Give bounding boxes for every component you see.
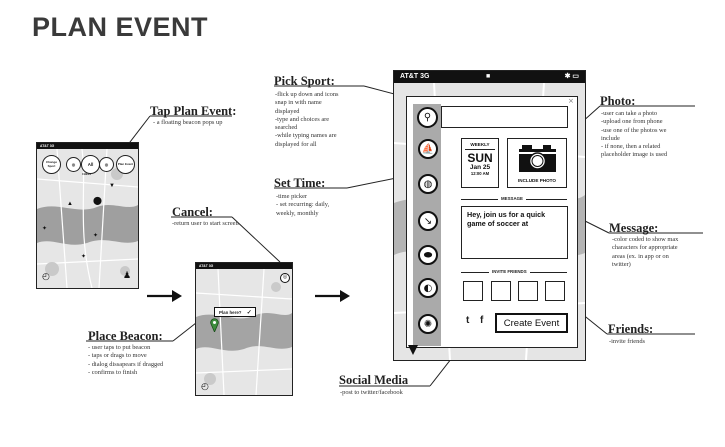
close-icon[interactable]: ×	[568, 97, 574, 105]
photo-heading: Photo:	[600, 94, 636, 108]
scroll-down-arrow-icon[interactable]	[408, 345, 418, 355]
map-pin[interactable]: ▼	[109, 183, 115, 189]
location-icon[interactable]: ◴	[42, 271, 50, 282]
change-sport-button[interactable]: Change Sport	[42, 155, 61, 174]
place-beacon-heading: Place Beacon:	[88, 329, 163, 343]
invite-friends-label: INVITE FRIENDS	[489, 269, 530, 274]
message-input[interactable]: Hey, join us for a quick game of soccer …	[461, 206, 568, 259]
map-pin[interactable]: ✦	[81, 253, 86, 260]
recurring-label[interactable]: WEEKLY	[462, 142, 498, 147]
create-event-button[interactable]: Create Event	[495, 313, 568, 333]
pick-sport-heading: Pick Sport:	[274, 74, 335, 88]
set-time-heading: Set Time:	[274, 176, 326, 190]
twitter-icon[interactable]: t	[466, 315, 469, 326]
phone-create-event: AT&T 3G ■ ✱ ▭ ⚲ × ⛵ ◍ ↘ ⬬ ◐ ✺ WEEKLY SUN…	[393, 70, 586, 361]
friend-slot[interactable]	[491, 281, 511, 301]
status-bar: AT&T 3G ■ ✱ ▭	[394, 71, 585, 83]
confirm-check-icon[interactable]: ✓	[247, 310, 252, 316]
phone-tap-plan-event: AT&T 3G Change Sport ◎ All ◎ Plan Event …	[36, 142, 139, 289]
kayak-icon[interactable]: ⛵	[418, 139, 438, 159]
sport-sub-label: CHESS	[82, 173, 91, 176]
tap-plan-event-notes: - a floating beacon pops up	[153, 119, 223, 126]
pill-a[interactable]: ◎	[66, 157, 81, 172]
friends-heading: Friends:	[608, 322, 654, 336]
cancel-notes: -return user to start screen	[172, 220, 239, 227]
phone-place-beacon: AT&T 3G ◎ Plan here? ✓ ◴	[195, 262, 293, 396]
map-pin[interactable]: ✦	[42, 225, 47, 232]
include-photo-label: INCLUDE PHOTO	[518, 178, 556, 183]
sport-search-input[interactable]	[441, 106, 568, 128]
message-heading: Message:	[609, 221, 659, 235]
all-sports-button[interactable]: All	[81, 155, 100, 174]
message-label: MESSAGE	[498, 196, 526, 201]
tennis-racket-icon[interactable]: ◍	[418, 174, 438, 194]
photo-picker[interactable]: INCLUDE PHOTO	[507, 138, 567, 188]
facebook-icon[interactable]: f	[480, 315, 483, 326]
message-notes: -color coded to show max characters for …	[612, 236, 679, 268]
social-media-notes: -post to twitter/facebook	[340, 389, 403, 396]
place-beacon-notes: - user taps to put beacon - taps or drag…	[88, 344, 164, 376]
photo-notes: -user can take a photo -upload one from …	[601, 110, 668, 159]
set-time-notes: -time picker - set recurring: daily, wee…	[276, 193, 330, 217]
tap-plan-event-heading: Tap Plan Event:	[150, 104, 237, 118]
baseball-icon[interactable]: ◐	[418, 278, 438, 298]
soccer-ball-icon[interactable]: ✺	[418, 314, 438, 334]
map-pin[interactable]: ▲	[67, 201, 73, 207]
location-icon[interactable]: ◴	[201, 381, 209, 392]
cancel-button[interactable]: ◎	[280, 273, 290, 283]
beacon-pin[interactable]	[210, 318, 219, 333]
profile-icon[interactable]: ♟	[123, 270, 131, 281]
date-label: Jan 25	[469, 164, 491, 171]
friend-slot[interactable]	[463, 281, 483, 301]
pick-sport-notes: -flick up down and icons snap in with na…	[275, 91, 339, 148]
map-pin[interactable]: ✦	[93, 232, 98, 239]
friends-notes: -invite friends	[609, 338, 646, 345]
pill-b[interactable]: ◎	[99, 157, 114, 172]
lock-icon: ■	[486, 73, 491, 80]
friend-slot[interactable]	[545, 281, 565, 301]
football-icon[interactable]: ⬬	[418, 245, 438, 265]
social-media-heading: Social Media	[339, 373, 409, 387]
plan-event-button[interactable]: Plan Event	[116, 155, 135, 174]
cancel-heading: Cancel:	[172, 205, 213, 219]
search-icon[interactable]: ⚲	[417, 107, 438, 128]
day-label: SUN	[467, 151, 493, 165]
battery-icon: ✱ ▭	[564, 73, 579, 80]
beacon-pin[interactable]: ⬤	[93, 196, 102, 205]
clock-label: 12:00 AM	[470, 171, 490, 176]
plan-here-dialog: Plan here? ✓	[214, 307, 256, 317]
camera-icon	[518, 143, 557, 173]
friend-slot[interactable]	[518, 281, 538, 301]
hockey-stick-icon[interactable]: ↘	[418, 211, 438, 231]
time-picker[interactable]: WEEKLY SUN Jan 25 12:00 AM	[461, 138, 499, 188]
